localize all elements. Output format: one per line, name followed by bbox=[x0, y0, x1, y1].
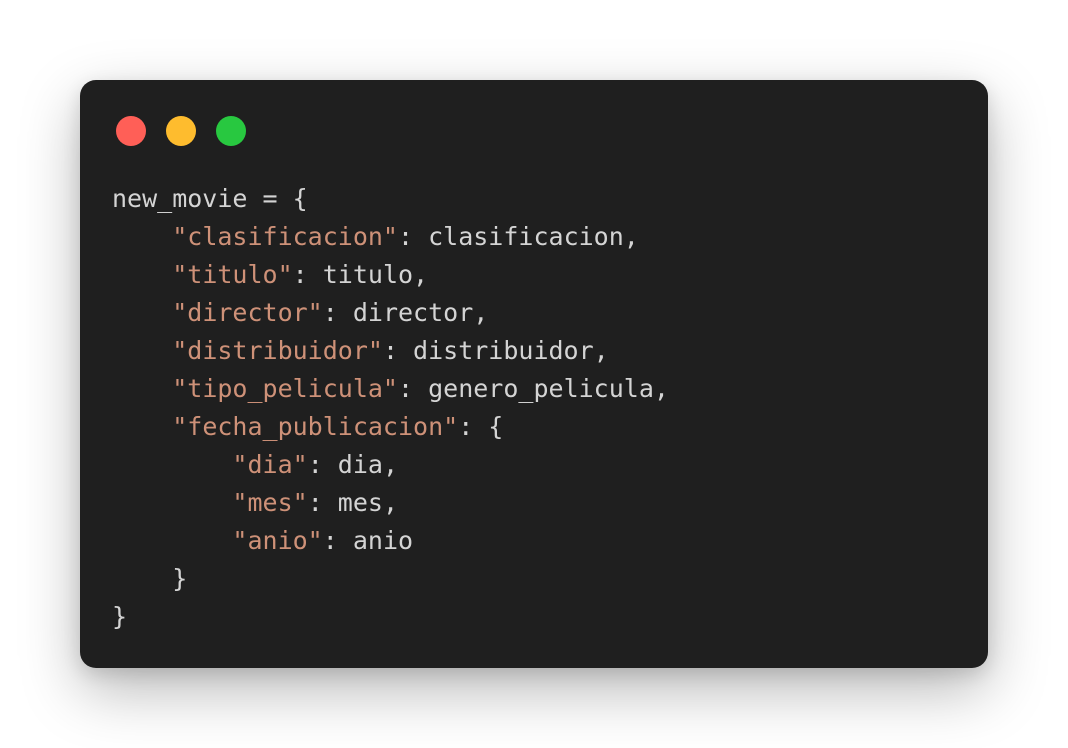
stage: new_movie = { "clasificacion": clasifica… bbox=[0, 0, 1068, 748]
code-string: "fecha_publicacion" bbox=[172, 412, 459, 441]
code-line: "dia": dia, bbox=[112, 446, 669, 484]
code-string: "mes" bbox=[232, 488, 308, 517]
code-text: : anio bbox=[322, 526, 414, 555]
code-line: "distribuidor": distribuidor, bbox=[112, 332, 669, 370]
code-line: "fecha_publicacion": { bbox=[112, 408, 669, 446]
code-text: : mes, bbox=[307, 488, 398, 517]
code-string: "distribuidor" bbox=[172, 336, 383, 365]
code-string: "titulo" bbox=[172, 260, 293, 289]
close-button[interactable] bbox=[116, 116, 146, 146]
minimize-button[interactable] bbox=[166, 116, 196, 146]
code-string: "clasificacion" bbox=[172, 222, 398, 251]
window-controls bbox=[116, 116, 246, 146]
code-text: : director, bbox=[322, 298, 489, 327]
code-string: "director" bbox=[172, 298, 323, 327]
maximize-button[interactable] bbox=[216, 116, 246, 146]
code-line: "mes": mes, bbox=[112, 484, 669, 522]
code-string: "dia" bbox=[232, 450, 308, 479]
code-text: : dia, bbox=[307, 450, 398, 479]
code-text: : { bbox=[458, 412, 504, 441]
code-text: new_movie = { bbox=[112, 184, 308, 213]
code-line: new_movie = { bbox=[112, 180, 669, 218]
code-text: : titulo, bbox=[292, 260, 429, 289]
code-text: : distribuidor, bbox=[382, 336, 609, 365]
code-text: } bbox=[172, 564, 188, 593]
code-text: : clasificacion, bbox=[398, 222, 639, 251]
code-line: "clasificacion": clasificacion, bbox=[112, 218, 669, 256]
code-line: } bbox=[112, 598, 669, 636]
code-line: "tipo_pelicula": genero_pelicula, bbox=[112, 370, 669, 408]
code-window: new_movie = { "clasificacion": clasifica… bbox=[80, 80, 988, 668]
code-text: : genero_pelicula, bbox=[398, 374, 669, 403]
code-string: "tipo_pelicula" bbox=[172, 374, 398, 403]
code-line: "titulo": titulo, bbox=[112, 256, 669, 294]
code-line: "director": director, bbox=[112, 294, 669, 332]
code-line: "anio": anio bbox=[112, 522, 669, 560]
code-block: new_movie = { "clasificacion": clasifica… bbox=[112, 180, 669, 636]
code-text: } bbox=[112, 602, 128, 631]
code-string: "anio" bbox=[232, 526, 323, 555]
code-line: } bbox=[112, 560, 669, 598]
